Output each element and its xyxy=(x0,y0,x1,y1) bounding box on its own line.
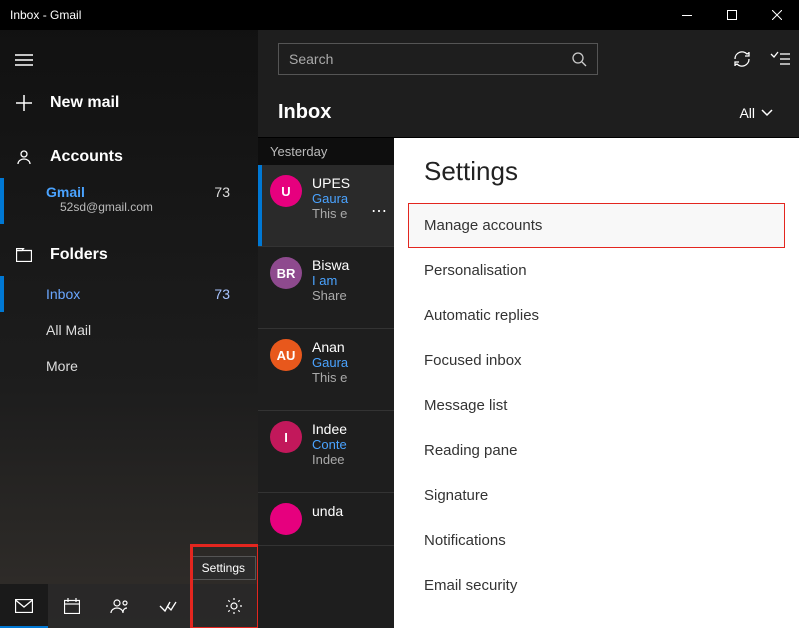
message-from: Biswa xyxy=(312,257,386,273)
avatar: BR xyxy=(270,257,302,289)
settings-tooltip: Settings xyxy=(191,556,256,580)
mail-icon xyxy=(15,599,33,613)
message-subject: Gaura xyxy=(312,355,386,370)
minimize-button[interactable] xyxy=(664,0,709,30)
maximize-button[interactable] xyxy=(709,0,754,30)
message-subject: I am xyxy=(312,273,386,288)
account-count: 73 xyxy=(214,184,230,200)
folders-header[interactable]: Folders xyxy=(0,234,258,276)
message-item[interactable]: unda xyxy=(258,493,394,546)
search-input[interactable]: Search xyxy=(278,43,598,75)
message-item[interactable]: I Indee Conte Indee xyxy=(258,411,394,493)
date-group-header: Yesterday xyxy=(258,138,394,165)
selection-icon xyxy=(770,51,790,67)
settings-notifications[interactable]: Notifications xyxy=(394,518,799,563)
account-item-gmail[interactable]: Gmail 52sd@gmail.com 73 xyxy=(0,178,258,224)
filter-label: All xyxy=(739,105,755,121)
people-icon xyxy=(110,598,130,614)
settings-personalisation[interactable]: Personalisation xyxy=(394,248,799,293)
message-from: Anan xyxy=(312,339,386,355)
settings-email-security[interactable]: Email security xyxy=(394,563,799,608)
settings-focused-inbox[interactable]: Focused inbox xyxy=(394,338,799,383)
mail-app-button[interactable] xyxy=(0,584,48,628)
message-preview: This e xyxy=(312,370,386,385)
new-mail-button[interactable]: New mail xyxy=(0,80,258,126)
inbox-header: Inbox All xyxy=(258,88,799,138)
search-placeholder: Search xyxy=(289,51,333,67)
settings-reading-pane[interactable]: Reading pane xyxy=(394,428,799,473)
message-from: unda xyxy=(312,503,386,519)
chevron-down-icon xyxy=(761,109,773,117)
avatar xyxy=(270,503,302,535)
folder-count: 73 xyxy=(214,286,230,302)
hamburger-button[interactable] xyxy=(0,40,48,80)
sidebar-bottom-bar xyxy=(0,584,258,628)
folder-label: More xyxy=(46,358,78,374)
settings-message-list[interactable]: Message list xyxy=(394,383,799,428)
account-email: 52sd@gmail.com xyxy=(46,200,242,214)
settings-panel: Settings Manage accounts Personalisation… xyxy=(394,138,799,628)
settings-signature[interactable]: Signature xyxy=(394,473,799,518)
todo-app-button[interactable] xyxy=(144,584,192,628)
gear-icon xyxy=(225,597,243,615)
avatar: AU xyxy=(270,339,302,371)
titlebar: Inbox - Gmail xyxy=(0,0,799,30)
folder-icon xyxy=(16,248,32,262)
folder-inbox[interactable]: Inbox 73 xyxy=(0,276,258,312)
accounts-label: Accounts xyxy=(50,148,123,166)
message-subject: Conte xyxy=(312,437,386,452)
message-from: UPES xyxy=(312,175,386,191)
message-item[interactable]: BR Biswa I am Share xyxy=(258,247,394,329)
message-from: Indee xyxy=(312,421,386,437)
calendar-icon xyxy=(64,598,80,614)
settings-manage-accounts[interactable]: Manage accounts xyxy=(408,203,785,248)
message-list[interactable]: Yesterday U UPES Gaura This e ⋯ BR Biswa… xyxy=(258,138,394,628)
sync-button[interactable] xyxy=(723,40,761,78)
folder-label: Inbox xyxy=(46,286,80,302)
todo-icon xyxy=(159,599,177,613)
person-icon xyxy=(16,149,32,165)
accounts-header[interactable]: Accounts xyxy=(0,136,258,178)
avatar: I xyxy=(270,421,302,453)
sidebar: New mail Accounts Gmail 52sd@gmail.com 7… xyxy=(0,30,258,628)
account-name: Gmail xyxy=(46,184,242,200)
settings-button[interactable] xyxy=(210,584,258,628)
folder-label: All Mail xyxy=(46,322,91,338)
settings-title: Settings xyxy=(394,148,799,203)
top-toolbar: Search xyxy=(258,30,799,88)
window-controls xyxy=(664,0,799,30)
calendar-app-button[interactable] xyxy=(48,584,96,628)
message-item[interactable]: AU Anan Gaura This e xyxy=(258,329,394,411)
search-icon xyxy=(571,51,587,67)
refresh-icon xyxy=(732,49,752,69)
new-mail-label: New mail xyxy=(50,94,119,112)
message-preview: Share xyxy=(312,288,386,303)
plus-icon xyxy=(16,95,32,111)
settings-automatic-replies[interactable]: Automatic replies xyxy=(394,293,799,338)
people-app-button[interactable] xyxy=(96,584,144,628)
inbox-title: Inbox xyxy=(278,101,331,124)
filter-dropdown[interactable]: All xyxy=(739,105,773,121)
close-button[interactable] xyxy=(754,0,799,30)
avatar: U xyxy=(270,175,302,207)
more-icon[interactable]: ⋯ xyxy=(371,201,388,221)
folder-all-mail[interactable]: All Mail xyxy=(0,312,258,348)
window-title: Inbox - Gmail xyxy=(10,8,81,22)
folders-label: Folders xyxy=(50,246,108,264)
message-item[interactable]: U UPES Gaura This e ⋯ xyxy=(258,165,394,247)
selection-mode-button[interactable] xyxy=(761,40,799,78)
folder-more[interactable]: More xyxy=(0,348,258,384)
message-preview: Indee xyxy=(312,452,386,467)
